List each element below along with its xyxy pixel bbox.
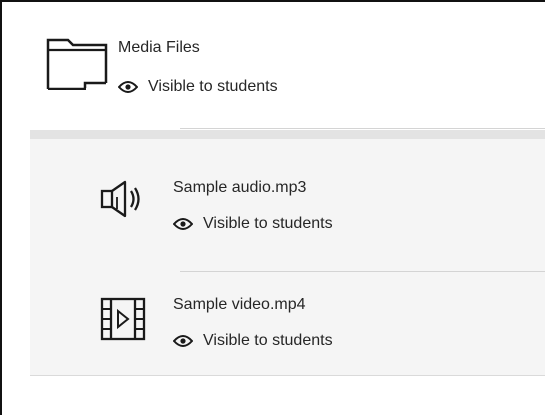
content-item-video[interactable]: Sample video.mp4 Visible to students bbox=[30, 272, 545, 375]
audio-visibility-status[interactable]: Visible to students bbox=[173, 215, 333, 233]
folder-title-link[interactable]: Media Files bbox=[118, 39, 200, 57]
audio-visibility-label: Visible to students bbox=[203, 215, 333, 232]
video-title-link[interactable]: Sample video.mp4 bbox=[173, 296, 306, 314]
video-visibility-status[interactable]: Visible to students bbox=[173, 332, 333, 350]
eye-icon bbox=[173, 218, 193, 230]
folder-visibility-status[interactable]: Visible to students bbox=[118, 78, 278, 96]
eye-icon bbox=[173, 335, 193, 347]
folder-contents-bottom-border bbox=[30, 375, 545, 376]
content-item-audio[interactable]: Sample audio.mp3 Visible to students bbox=[30, 139, 545, 271]
folder-icon bbox=[46, 38, 108, 90]
folder-divider bbox=[180, 128, 545, 129]
eye-icon bbox=[118, 81, 138, 93]
video-visibility-label: Visible to students bbox=[203, 332, 333, 349]
video-file-icon bbox=[100, 297, 146, 341]
audio-file-icon bbox=[100, 180, 140, 218]
folder-contents-header-band bbox=[30, 130, 545, 139]
folder-item-media-files[interactable]: Media Files Visible to students bbox=[2, 2, 545, 128]
folder-contents-panel: Sample audio.mp3 Visible to students Sam… bbox=[30, 139, 545, 375]
audio-title-link[interactable]: Sample audio.mp3 bbox=[173, 179, 306, 197]
folder-visibility-label: Visible to students bbox=[148, 78, 278, 95]
